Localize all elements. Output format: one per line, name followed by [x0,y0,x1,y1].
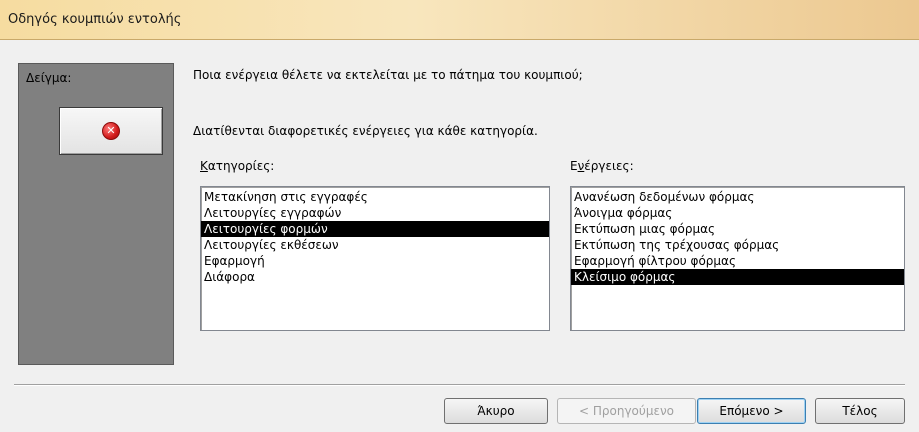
actions-listbox[interactable]: Ανανέωση δεδομένων φόρμας Άνοιγμα φόρμας Ε… [570,186,905,331]
categories-list-item[interactable]: Μετακίνηση στις εγγραφές [201,189,549,205]
actions-label: Ενέργειες: [570,159,634,173]
title-bar[interactable]: Οδηγός κουμπιών εντολής [0,0,919,40]
next-button[interactable]: Επόμενο > [697,398,806,424]
actions-list-item[interactable]: Άνοιγμα φόρμας [571,205,904,221]
stop-icon: ✕ [102,122,120,140]
back-button[interactable]: < Προηγούμενο [557,398,696,424]
finish-button[interactable]: Τέλος [815,398,905,424]
categories-list-item[interactable]: Λειτουργίες φορμών [201,221,549,237]
cancel-button[interactable]: Άκυρο [444,398,548,424]
categories-listbox[interactable]: Μετακίνηση στις εγγραφές Λειτουργίες εγγρ… [200,186,550,331]
divider [14,384,905,386]
actions-list-item[interactable]: Εκτύπωση της τρέχουσας φόρμας [571,237,904,253]
window-title: Οδηγός κουμπιών εντολής [8,12,182,27]
actions-list-item[interactable]: Εφαρμογή φίλτρου φόρμας [571,253,904,269]
actions-list-item[interactable]: Ανανέωση δεδομένων φόρμας [571,189,904,205]
info-text: Διατίθενται διαφορετικές ενέργειες για κ… [193,124,538,138]
preview-label: Δείγμα: [26,71,72,85]
categories-list-item[interactable]: Εφαρμογή [201,253,549,269]
actions-list-item[interactable]: Εκτύπωση μιας φόρμας [571,221,904,237]
categories-list-item[interactable]: Λειτουργίες εγγραφών [201,205,549,221]
categories-list-item[interactable]: Διάφορα [201,269,549,285]
categories-list-item[interactable]: Λειτουργίες εκθέσεων [201,237,549,253]
categories-label: Κατηγορίες: [200,159,275,173]
question-text: Ποια ενέργεια θέλετε να εκτελείται με το… [193,68,583,82]
preview-panel: Δείγμα: ✕ [18,63,174,365]
preview-button: ✕ [59,107,163,155]
actions-list-item[interactable]: Κλείσιμο φόρμας [571,269,904,285]
